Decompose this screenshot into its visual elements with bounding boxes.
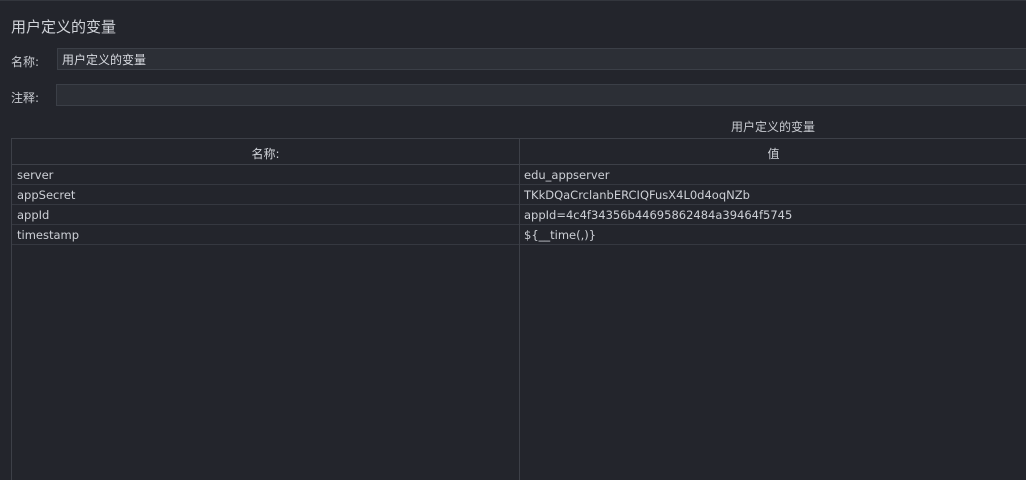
panel-title: 用户定义的变量 [11,18,117,36]
comment-input[interactable] [56,84,1026,106]
table-caption: 用户定义的变量 [731,120,816,134]
column-header-name[interactable]: 名称: [12,145,519,162]
user-defined-variables-panel: 用户定义的变量 名称: 注释: 用户定义的变量 名称: 值 server edu… [0,0,1026,480]
variable-value-cell[interactable]: TKkDQaCrclanbERCIQFusX4L0d4oqNZb [524,188,750,202]
column-header-value[interactable]: 值 [520,145,1026,162]
name-input[interactable] [57,48,1026,70]
variable-name-cell[interactable]: appId [17,208,49,222]
variable-name-cell[interactable]: appSecret [17,188,75,202]
comment-label: 注释: [11,91,40,105]
name-label: 名称: [11,55,40,69]
variable-name-cell[interactable]: server [17,168,53,182]
column-divider[interactable] [519,139,520,480]
variable-name-cell[interactable]: timestamp [17,228,79,242]
variable-value-cell[interactable]: edu_appserver [524,168,609,182]
variable-value-cell[interactable]: ${__time(,)} [524,228,596,242]
variables-table[interactable]: 名称: 值 server edu_appserver appSecret TKk… [11,138,1026,480]
variable-value-cell[interactable]: appId=4c4f34356b44695862484a39464f5745 [524,208,792,222]
